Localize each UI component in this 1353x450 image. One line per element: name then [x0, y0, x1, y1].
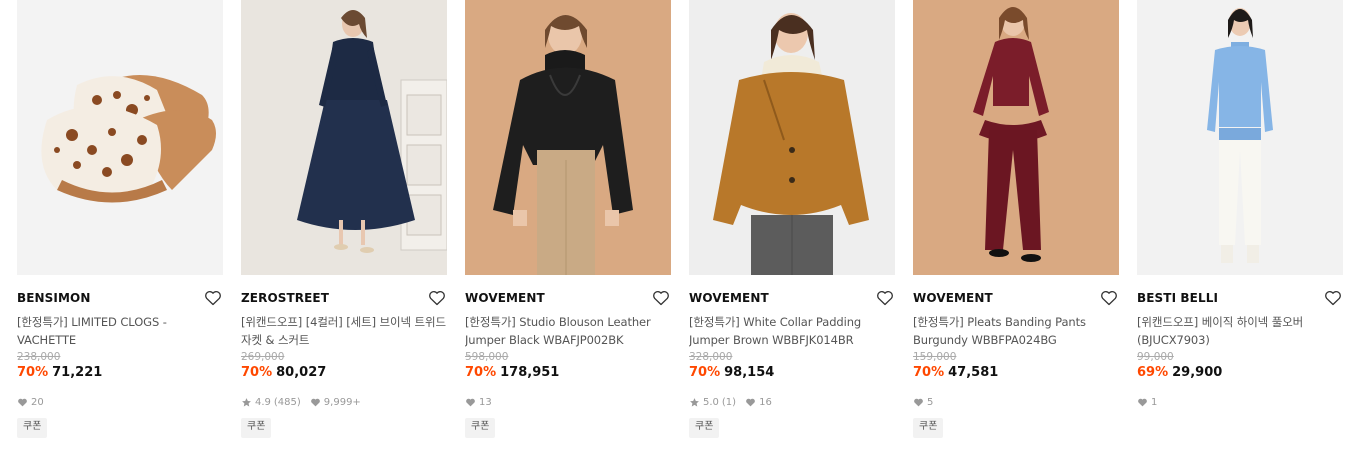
heart-icon[interactable]: [875, 288, 895, 308]
discount-rate: 69%: [1137, 365, 1169, 380]
product-image[interactable]: [913, 0, 1119, 275]
sale-price: 98,154: [724, 365, 775, 380]
coupon-badge[interactable]: 쿠폰: [913, 418, 944, 438]
price-row: 69% 29,900: [1137, 364, 1343, 382]
product-photo-burgundy-outfit: [913, 0, 1119, 275]
like-count: 5: [927, 396, 934, 408]
brand-name[interactable]: ZEROSTREET: [241, 289, 447, 307]
product-card[interactable]: BENSIMON [한정특가] LIMITED CLOGS - VACHETTE…: [17, 0, 223, 450]
heart-filled-icon: [745, 397, 756, 408]
like-count: 16: [759, 396, 772, 408]
sale-price: 80,027: [276, 365, 327, 380]
review-count: (1): [721, 396, 737, 408]
original-price: 238,000: [17, 351, 61, 363]
brand-name[interactable]: BENSIMON: [17, 289, 223, 307]
discount-rate: 70%: [241, 365, 273, 380]
product-title[interactable]: [한정특가] Studio Blouson Leather Jumper Bla…: [465, 313, 671, 349]
price-row: 70% 178,951: [465, 364, 671, 382]
coupon-badge[interactable]: 쿠폰: [465, 418, 496, 438]
product-photo-clogs: [17, 0, 223, 275]
product-meta: 20: [17, 394, 223, 410]
product-image[interactable]: [241, 0, 447, 275]
product-meta: 1: [1137, 394, 1343, 410]
product-photo-padding-jumper: [689, 0, 895, 275]
product-card[interactable]: ZEROSTREET [위캔드오프] [4컬러] [세트] 브이넥 트위드 자켓…: [241, 0, 447, 450]
star-icon: [689, 397, 700, 408]
like-count: 1: [1151, 396, 1158, 408]
original-price: 99,000: [1137, 351, 1174, 363]
price-row: 70% 71,221: [17, 364, 223, 382]
product-title[interactable]: [한정특가] Pleats Banding Pants Burgundy WBB…: [913, 313, 1119, 349]
heart-icon[interactable]: [651, 288, 671, 308]
product-card[interactable]: WOVEMENT [한정특가] Pleats Banding Pants Bur…: [913, 0, 1119, 450]
sale-price: 71,221: [52, 365, 103, 380]
discount-rate: 70%: [17, 365, 49, 380]
product-meta: 13: [465, 394, 671, 410]
brand-name[interactable]: WOVEMENT: [913, 289, 1119, 307]
product-title[interactable]: [한정특가] LIMITED CLOGS - VACHETTE: [17, 313, 223, 349]
brand-name[interactable]: WOVEMENT: [465, 289, 671, 307]
original-price: 328,000: [689, 351, 733, 363]
rating-value: 5.0: [703, 396, 719, 408]
coupon-badge[interactable]: 쿠폰: [241, 418, 272, 438]
product-image[interactable]: [1137, 0, 1343, 275]
sale-price: 29,900: [1172, 365, 1223, 380]
heart-filled-icon: [913, 397, 924, 408]
product-card[interactable]: WOVEMENT [한정특가] Studio Blouson Leather J…: [465, 0, 671, 450]
heart-icon[interactable]: [203, 288, 223, 308]
product-meta: 5.0 (1) 16: [689, 394, 895, 410]
discount-rate: 70%: [689, 365, 721, 380]
rating-value: 4.9: [255, 396, 271, 408]
review-count: (485): [273, 396, 301, 408]
product-photo-blue-pullover: [1137, 0, 1343, 275]
price-row: 70% 47,581: [913, 364, 1119, 382]
heart-filled-icon: [17, 397, 28, 408]
original-price: 598,000: [465, 351, 509, 363]
discount-rate: 70%: [913, 365, 945, 380]
sale-price: 178,951: [500, 365, 560, 380]
coupon-badge[interactable]: 쿠폰: [689, 418, 720, 438]
product-meta: 4.9 (485) 9,999+: [241, 394, 447, 410]
heart-filled-icon: [465, 397, 476, 408]
original-price: 159,000: [913, 351, 957, 363]
heart-icon[interactable]: [1099, 288, 1119, 308]
product-title[interactable]: [위캔드오프] [4컬러] [세트] 브이넥 트위드 자켓 & 스커트: [241, 313, 447, 349]
discount-rate: 70%: [465, 365, 497, 380]
heart-filled-icon: [310, 397, 321, 408]
like-count: 20: [31, 396, 44, 408]
price-row: 70% 98,154: [689, 364, 895, 382]
heart-icon[interactable]: [1323, 288, 1343, 308]
product-grid: BENSIMON [한정특가] LIMITED CLOGS - VACHETTE…: [0, 0, 1353, 450]
product-image[interactable]: [689, 0, 895, 275]
heart-filled-icon: [1137, 397, 1148, 408]
product-image[interactable]: [465, 0, 671, 275]
brand-name[interactable]: WOVEMENT: [689, 289, 895, 307]
coupon-badge[interactable]: 쿠폰: [17, 418, 48, 438]
star-icon: [241, 397, 252, 408]
like-count: 9,999+: [323, 396, 361, 408]
product-card[interactable]: WOVEMENT [한정특가] White Collar Padding Jum…: [689, 0, 895, 450]
product-meta: 5: [913, 394, 1119, 410]
price-row: 70% 80,027: [241, 364, 447, 382]
product-card[interactable]: BESTI BELLI [위캔드오프] 베이직 하이넥 풀오버 (BJUCX79…: [1137, 0, 1343, 450]
product-photo-tweed-dress: [241, 0, 447, 275]
product-photo-leather-jumper: [465, 0, 671, 275]
product-title[interactable]: [위캔드오프] 베이직 하이넥 풀오버 (BJUCX7903): [1137, 313, 1343, 349]
product-image[interactable]: [17, 0, 223, 275]
brand-name[interactable]: BESTI BELLI: [1137, 289, 1343, 307]
heart-icon[interactable]: [427, 288, 447, 308]
sale-price: 47,581: [948, 365, 999, 380]
like-count: 13: [479, 396, 492, 408]
product-title[interactable]: [한정특가] White Collar Padding Jumper Brown…: [689, 313, 895, 349]
original-price: 269,000: [241, 351, 285, 363]
